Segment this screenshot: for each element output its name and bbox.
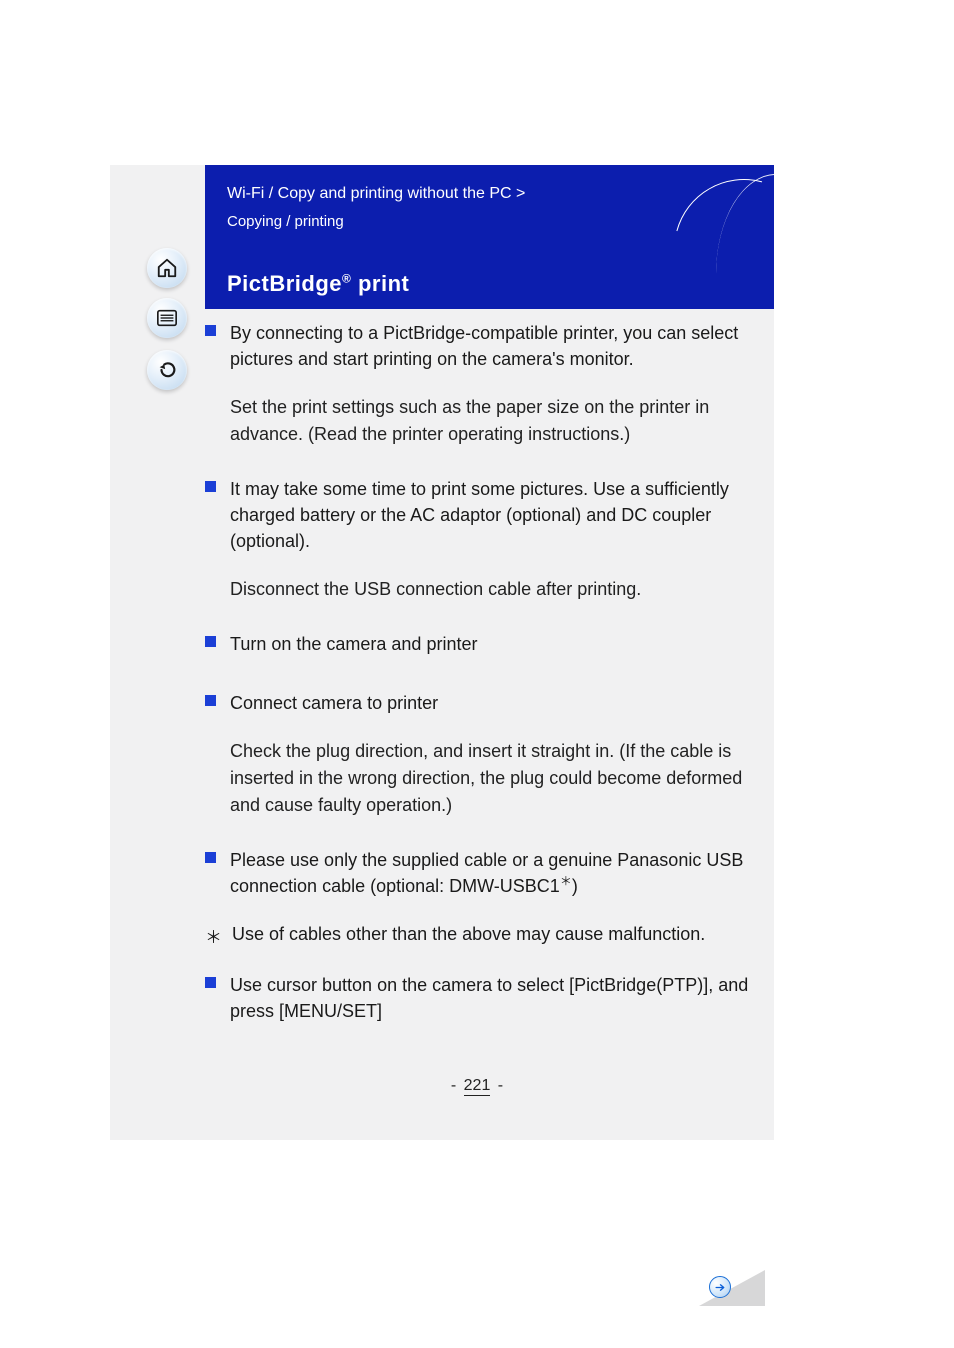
page-header: Wi-Fi / Copy and printing without the PC… <box>205 165 774 309</box>
item-title: It may take some time to print some pict… <box>230 476 765 554</box>
bullet-icon <box>205 852 216 863</box>
breadcrumb: Wi-Fi / Copy and printing without the PC… <box>227 185 525 203</box>
menu-icon <box>156 307 178 329</box>
header-subnav: Copying / printing <box>227 213 344 230</box>
item-title: Use cursor button on the camera to selec… <box>230 972 765 1024</box>
item-title: Turn on the camera and printer <box>230 631 477 657</box>
list-item: By connecting to a PictBridge-compatible… <box>205 320 765 372</box>
item-description: Check the plug direction, and insert it … <box>230 738 765 819</box>
page-number: - 221 - <box>0 1077 954 1095</box>
list-item: Connect camera to printer <box>205 690 765 716</box>
title-prefix: PictBridge <box>227 271 342 296</box>
page-number-value: 221 <box>464 1077 491 1096</box>
footnote: ＊ Use of cables other than the above may… <box>205 921 765 948</box>
content-body: By connecting to a PictBridge-compatible… <box>205 320 765 1046</box>
next-arrow-icon <box>714 1281 727 1294</box>
menu-button[interactable] <box>147 298 187 338</box>
bullet-icon <box>205 977 216 988</box>
home-button[interactable] <box>147 248 187 288</box>
list-item: Turn on the camera and printer <box>205 631 765 657</box>
page-title: PictBridge® print <box>227 271 409 297</box>
item-title: Please use only the supplied cable or a … <box>230 847 765 899</box>
list-item: Please use only the supplied cable or a … <box>205 847 765 899</box>
home-icon <box>156 257 178 279</box>
back-button[interactable] <box>147 350 187 390</box>
registered-mark: ® <box>342 272 351 286</box>
next-page-corner[interactable] <box>699 1270 765 1306</box>
next-arrow-button[interactable] <box>709 1276 731 1298</box>
list-item: It may take some time to print some pict… <box>205 476 765 554</box>
footnote-text: Use of cables other than the above may c… <box>232 921 705 948</box>
breadcrumb-prefix: Wi-Fi / Copy and printing without the PC <box>227 185 512 202</box>
footnote-mark: ＊ <box>205 923 222 948</box>
item-title: Connect camera to printer <box>230 690 438 716</box>
title-suffix: print <box>351 271 409 296</box>
bullet-icon <box>205 481 216 492</box>
item-description: Set the print settings such as the paper… <box>230 394 765 448</box>
item-description: Disconnect the USB connection cable afte… <box>230 576 765 603</box>
back-icon <box>156 359 178 381</box>
bullet-icon <box>205 325 216 336</box>
item-title: By connecting to a PictBridge-compatible… <box>230 320 765 372</box>
bullet-icon <box>205 695 216 706</box>
breadcrumb-sep: > <box>512 185 526 202</box>
footnote-star: ＊ <box>560 874 572 888</box>
bullet-icon <box>205 636 216 647</box>
list-item: Use cursor button on the camera to selec… <box>205 972 765 1024</box>
